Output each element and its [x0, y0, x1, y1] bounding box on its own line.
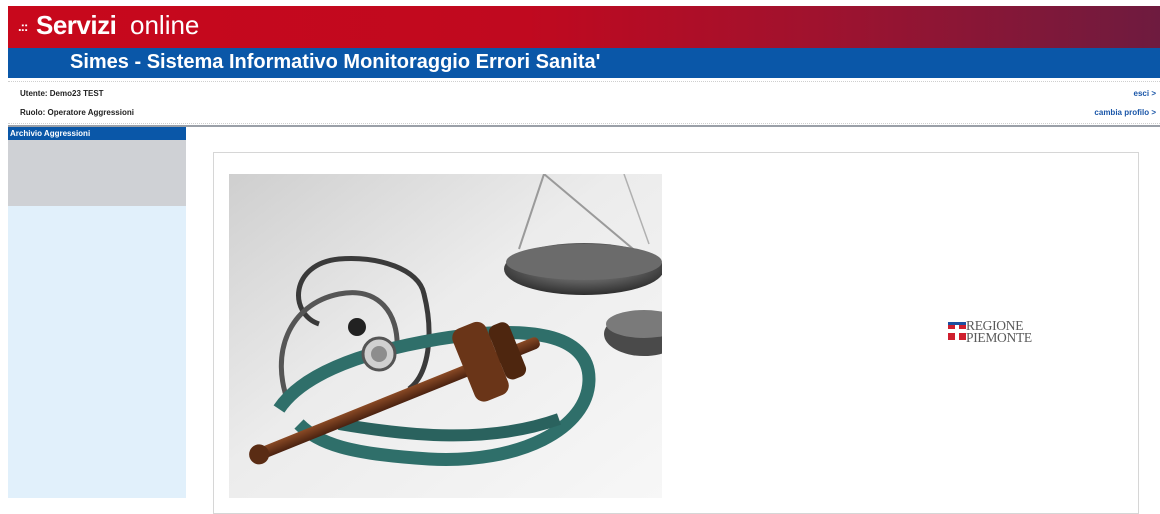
logout-link[interactable]: esci >: [1134, 89, 1156, 98]
user-role-label: Ruolo: Operatore Aggressioni: [20, 108, 134, 117]
user-name-label: Utente: Demo23 TEST: [20, 89, 104, 98]
brand-logo-bold: Servizi: [36, 10, 117, 40]
brand-header: .:: Servizi online: [8, 6, 1160, 49]
sidebar-item-archivio-aggressioni[interactable]: Archivio Aggressioni: [8, 127, 186, 140]
sidebar-menu-panel: [8, 140, 186, 206]
user-info-bar: Utente: Demo23 TEST Ruolo: Operatore Agg…: [8, 81, 1160, 124]
piemonte-flag-icon: [948, 322, 966, 340]
sidebar: Archivio Aggressioni: [8, 127, 186, 498]
brand-logo-light: online: [130, 10, 200, 40]
regione-piemonte-logo: REGIONE PIEMONTE: [948, 319, 1068, 354]
logo-text: REGIONE PIEMONTE: [966, 319, 1032, 345]
change-profile-link[interactable]: cambia profilo >: [1094, 108, 1156, 117]
brand-dots: .::: [18, 19, 28, 34]
app-title-bar: Simes - Sistema Informativo Monitoraggio…: [8, 48, 1160, 78]
app-title: Simes - Sistema Informativo Monitoraggio…: [70, 51, 601, 73]
stethoscope-gavel-image: [229, 174, 662, 498]
logo-line-piemonte: PIEMONTE: [966, 330, 1032, 345]
